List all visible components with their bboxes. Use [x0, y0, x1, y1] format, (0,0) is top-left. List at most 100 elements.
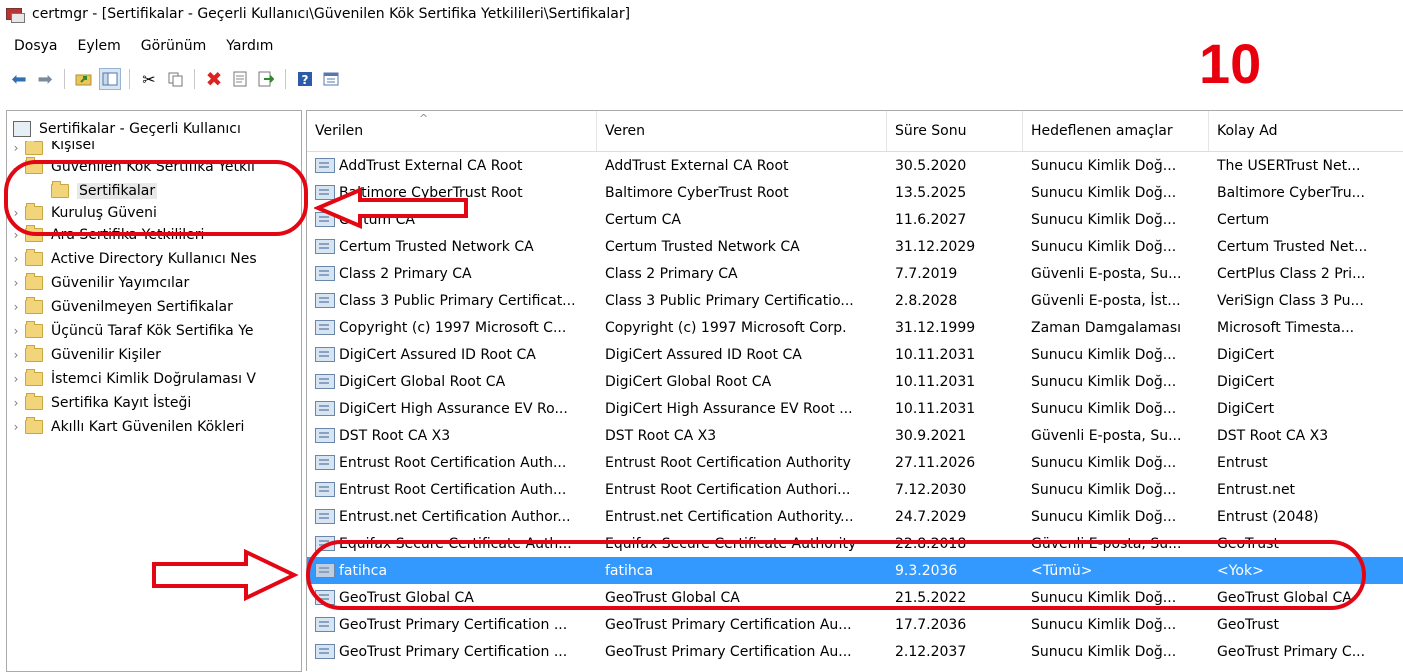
table-row[interactable]: Copyright (c) 1997 Microsoft C... Copyrig…	[307, 314, 1403, 341]
column-header-hedeflenen-amaclar[interactable]: Hedeflenen amaçlar	[1023, 111, 1209, 151]
certificate-icon	[315, 401, 335, 416]
tree-item-ara-sertifika[interactable]: › Ara Sertifika Yetkilileri	[7, 223, 301, 247]
menu-eylem[interactable]: Eylem	[68, 38, 131, 54]
chevron-right-icon[interactable]: ›	[7, 348, 25, 362]
cell-sure-sonu: 24.7.2029	[887, 503, 1023, 530]
cell-veren: DST Root CA X3	[597, 422, 887, 449]
forward-arrow-icon[interactable]: ➡	[34, 68, 56, 90]
chevron-right-icon[interactable]: ›	[7, 141, 25, 155]
certificate-icon	[315, 266, 335, 281]
cell-text: DigiCert Assured ID Root CA	[605, 346, 802, 363]
cell-veren: Certum Trusted Network CA	[597, 233, 887, 260]
cell-text: VeriSign Class 3 Pu...	[1217, 292, 1364, 309]
cell-sure-sonu: 31.12.2029	[887, 233, 1023, 260]
back-arrow-icon[interactable]: ⬅	[8, 68, 30, 90]
table-row[interactable]: Certum Trusted Network CA Certum Trusted …	[307, 233, 1403, 260]
tree-item-ucuncu-taraf[interactable]: › Üçüncü Taraf Kök Sertifika Ye	[7, 319, 301, 343]
folder-icon	[25, 297, 43, 314]
menu-dosya[interactable]: Dosya	[0, 38, 68, 54]
export-icon[interactable]	[255, 68, 277, 90]
table-row[interactable]: AddTrust External CA Root AddTrust Extern…	[307, 152, 1403, 179]
properties-icon[interactable]	[229, 68, 251, 90]
mmc-view-icon[interactable]	[320, 68, 342, 90]
table-row[interactable]: Entrust Root Certification Auth... Entrus…	[307, 476, 1403, 503]
chevron-right-icon[interactable]: ›	[7, 252, 25, 266]
chevron-right-icon[interactable]: ›	[7, 228, 25, 242]
copy-icon[interactable]	[164, 68, 186, 90]
cell-text: 27.11.2026	[895, 454, 976, 471]
tree-item-label: Güvenilir Yayımcılar	[51, 275, 190, 291]
table-row[interactable]: GeoTrust Primary Certification ... GeoTru…	[307, 638, 1403, 665]
certificate-icon	[315, 644, 335, 659]
column-header-verilen[interactable]: Verilen	[307, 111, 597, 151]
column-header-sure-sonu[interactable]: Süre Sonu	[887, 111, 1023, 151]
tree-item-label: İstemci Kimlik Doğrulaması V	[51, 371, 257, 387]
table-row[interactable]: Entrust.net Certification Author... Entru…	[307, 503, 1403, 530]
chevron-right-icon[interactable]: ›	[7, 324, 25, 338]
cell-text: 2.8.2028	[895, 292, 958, 309]
table-row[interactable]: GeoTrust Primary Certification ... GeoTru…	[307, 611, 1403, 638]
chevron-right-icon[interactable]: ›	[7, 276, 25, 290]
chevron-right-icon[interactable]: ›	[7, 372, 25, 386]
tree-item-akilli-kart[interactable]: › Akıllı Kart Güvenilen Kökleri	[7, 415, 301, 439]
help-icon[interactable]: ?	[294, 68, 316, 90]
up-folder-icon[interactable]	[73, 68, 95, 90]
cell-sure-sonu: 2.8.2028	[887, 287, 1023, 314]
annotation-number: 10	[1199, 32, 1262, 95]
cell-text: Sunucu Kimlik Doğ...	[1031, 211, 1177, 228]
menu-yardim[interactable]: Yardım	[216, 38, 283, 54]
cell-veren: fatihca	[597, 557, 887, 584]
tree-item-kayit-istegi[interactable]: › Sertifika Kayıt İsteği	[7, 391, 301, 415]
tree-item-istemci-kimlik[interactable]: › İstemci Kimlik Doğrulaması V	[7, 367, 301, 391]
cell-text: CertPlus Class 2 Pri...	[1217, 265, 1366, 282]
menu-gorunum[interactable]: Görünüm	[131, 38, 216, 54]
table-row[interactable]: Entrust Root Certification Auth... Entrus…	[307, 449, 1403, 476]
chevron-right-icon[interactable]: ›	[7, 420, 25, 434]
cell-verilen: Entrust Root Certification Auth...	[307, 449, 597, 476]
tree-item-kisisel[interactable]: › Kişisel	[7, 141, 301, 155]
tree-item-guvenilmeyen[interactable]: › Güvenilmeyen Sertifikalar	[7, 295, 301, 319]
chevron-right-icon[interactable]: ›	[7, 300, 25, 314]
certificate-icon	[315, 158, 335, 173]
cell-text: DigiCert Assured ID Root CA	[339, 346, 536, 363]
tree-item-sertifikalar[interactable]: Sertifikalar	[7, 179, 301, 203]
table-row[interactable]: DST Root CA X3 DST Root CA X3 30.9.2021 Güv…	[307, 422, 1403, 449]
cell-kolay-ad: <Yok>	[1209, 557, 1403, 584]
tree-root[interactable]: Sertifikalar - Geçerli Kullanıcı	[7, 117, 301, 141]
cell-text: Certum CA	[339, 211, 415, 228]
cell-kolay-ad: DigiCert	[1209, 341, 1403, 368]
cell-text: Equifax Secure Certificate Authority	[605, 535, 857, 552]
cell-verilen: Class 3 Public Primary Certificat...	[307, 287, 597, 314]
table-row[interactable]: Equifax Secure Certificate Auth... Equifa…	[307, 530, 1403, 557]
tree-item-guvenilen-kok[interactable]: ⌄ Güvenilen Kök Sertifika Yetkil	[7, 155, 301, 179]
cut-icon[interactable]: ✂	[138, 68, 160, 90]
chevron-right-icon[interactable]: ›	[7, 206, 25, 220]
table-row[interactable]: DigiCert Global Root CA DigiCert Global R…	[307, 368, 1403, 395]
cell-verilen: Class 2 Primary CA	[307, 260, 597, 287]
chevron-right-icon[interactable]: ›	[7, 396, 25, 410]
tree-item-guvenilir-kisiler[interactable]: › Güvenilir Kişiler	[7, 343, 301, 367]
cell-veren: Class 2 Primary CA	[597, 260, 887, 287]
cell-verilen: Baltimore CyberTrust Root	[307, 179, 597, 206]
table-row[interactable]: DigiCert Assured ID Root CA DigiCert Assu…	[307, 341, 1403, 368]
cell-hedeflenen-amaclar: Sunucu Kimlik Doğ...	[1023, 341, 1209, 368]
table-row[interactable]: Class 2 Primary CA Class 2 Primary CA 7.7.…	[307, 260, 1403, 287]
delete-icon[interactable]: ✖	[203, 67, 225, 91]
cell-hedeflenen-amaclar: Güvenli E-posta, Su...	[1023, 260, 1209, 287]
column-header-kolay-ad[interactable]: Kolay Ad	[1209, 111, 1403, 151]
table-row[interactable]: Baltimore CyberTrust Root Baltimore Cyber…	[307, 179, 1403, 206]
cell-kolay-ad: CertPlus Class 2 Pri...	[1209, 260, 1403, 287]
table-row[interactable]: Certum CA Certum CA 11.6.2027 Sunucu Kimlik…	[307, 206, 1403, 233]
tree-item-kurulus-guveni[interactable]: › Kuruluş Güveni	[7, 203, 301, 223]
cell-verilen: GeoTrust Global CA	[307, 584, 597, 611]
show-hide-tree-icon[interactable]	[99, 68, 121, 90]
table-row[interactable]: GeoTrust Global CA GeoTrust Global CA 21.5…	[307, 584, 1403, 611]
table-row[interactable]: DigiCert High Assurance EV Ro... DigiCert…	[307, 395, 1403, 422]
table-row[interactable]: fatihca fatihca 9.3.2036 <Tümü> <Yok>	[307, 557, 1403, 584]
cell-text: Entrust.net Certification Author...	[339, 508, 571, 525]
column-header-veren[interactable]: Veren	[597, 111, 887, 151]
chevron-down-icon[interactable]: ⌄	[7, 160, 25, 174]
tree-item-guvenilir-yayimcilar[interactable]: › Güvenilir Yayımcılar	[7, 271, 301, 295]
tree-item-active-directory[interactable]: › Active Directory Kullanıcı Nes	[7, 247, 301, 271]
table-row[interactable]: Class 3 Public Primary Certificat... Clas…	[307, 287, 1403, 314]
